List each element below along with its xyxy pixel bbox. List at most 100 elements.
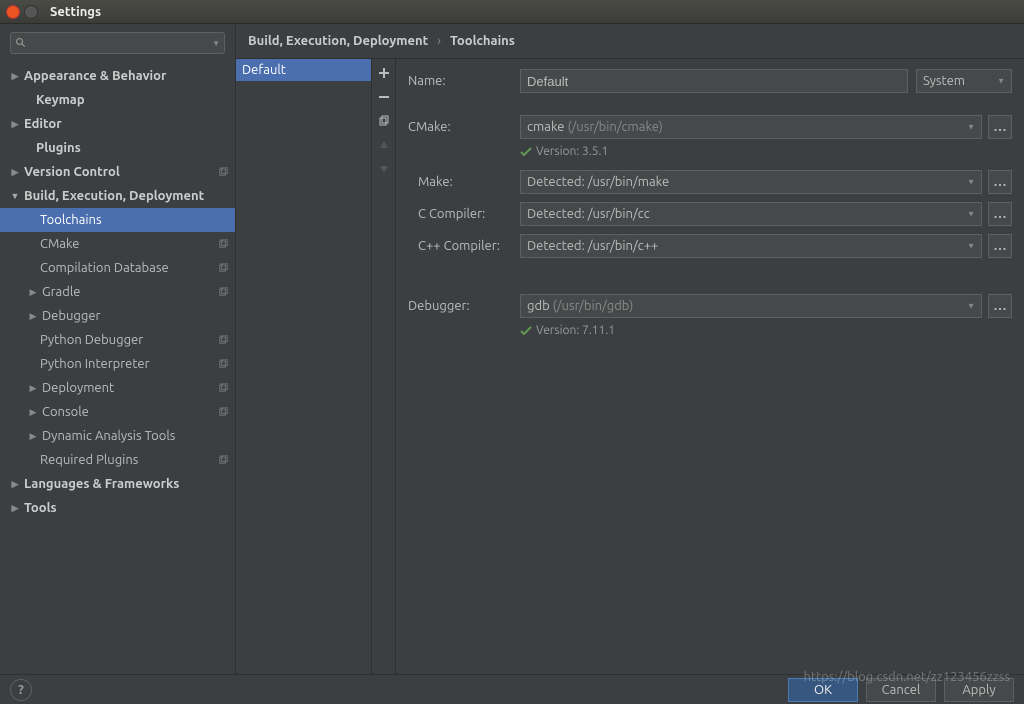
per-project-icon — [217, 262, 229, 274]
search-box[interactable]: ▼ — [10, 32, 225, 54]
make-value: Detected: /usr/bin/make — [527, 175, 669, 189]
name-input[interactable] — [520, 69, 908, 93]
help-button[interactable]: ? — [10, 679, 32, 701]
toolchain-form: Name: System ▼ CMake: cmake (/usr/bin/cm… — [396, 59, 1024, 674]
cc-browse-button[interactable]: … — [988, 202, 1012, 226]
tree-console[interactable]: ▶Console — [0, 400, 235, 424]
per-project-icon — [217, 166, 229, 178]
move-down-button[interactable] — [373, 157, 395, 181]
cxx-label: C++ Compiler: — [408, 239, 520, 253]
move-up-button[interactable] — [373, 133, 395, 157]
remove-button[interactable] — [373, 85, 395, 109]
cmake-value: cmake — [527, 120, 564, 134]
tree-gradle[interactable]: ▶Gradle — [0, 280, 235, 304]
main-body: Default Name: — [236, 59, 1024, 674]
chevron-down-icon: ▼ — [967, 123, 975, 132]
cmake-path: (/usr/bin/cmake) — [567, 120, 662, 134]
window-title: Settings — [50, 5, 101, 19]
cmake-version-text: Version: 3.5.1 — [536, 145, 608, 158]
breadcrumb: Build, Execution, Deployment › Toolchain… — [236, 24, 1024, 59]
cc-value: Detected: /usr/bin/cc — [527, 207, 650, 221]
ok-button[interactable]: OK — [788, 678, 858, 702]
cc-select[interactable]: Detected: /usr/bin/cc ▼ — [520, 202, 982, 226]
tree-dynamic-analysis[interactable]: ▶Dynamic Analysis Tools — [0, 424, 235, 448]
sidebar: ▼ ▶Appearance & Behavior Keymap ▶Editor … — [0, 24, 236, 674]
check-icon — [520, 325, 532, 337]
toolchain-type-select[interactable]: System ▼ — [916, 69, 1012, 93]
make-browse-button[interactable]: … — [988, 170, 1012, 194]
tree-python-debugger[interactable]: Python Debugger — [0, 328, 235, 352]
per-project-icon — [217, 334, 229, 346]
bottom-bar: ? OK Cancel Apply — [0, 674, 1024, 704]
search-icon — [15, 37, 27, 49]
breadcrumb-part[interactable]: Build, Execution, Deployment — [248, 34, 428, 48]
tree-deployment[interactable]: ▶Deployment — [0, 376, 235, 400]
tree-compilation-db[interactable]: Compilation Database — [0, 256, 235, 280]
debugger-version: Version: 7.11.1 — [520, 324, 1012, 337]
chevron-down-icon: ▼ — [967, 242, 975, 251]
settings-tree: ▶Appearance & Behavior Keymap ▶Editor Pl… — [0, 58, 235, 526]
per-project-icon — [217, 454, 229, 466]
add-button[interactable] — [373, 61, 395, 85]
cc-label: C Compiler: — [408, 207, 520, 221]
cmake-version: Version: 3.5.1 — [520, 145, 1012, 158]
chevron-down-icon: ▼ — [967, 302, 975, 311]
chevron-down-icon: ▼ — [997, 77, 1005, 86]
per-project-icon — [217, 382, 229, 394]
per-project-icon — [217, 286, 229, 298]
per-project-icon — [217, 238, 229, 250]
name-label: Name: — [408, 74, 520, 88]
chevron-down-icon[interactable]: ▼ — [212, 39, 220, 48]
tree-plugins[interactable]: Plugins — [0, 136, 235, 160]
debugger-value: gdb — [527, 299, 550, 313]
content: ▼ ▶Appearance & Behavior Keymap ▶Editor … — [0, 24, 1024, 674]
window-close-button[interactable] — [6, 5, 20, 19]
cmake-select[interactable]: cmake (/usr/bin/cmake) ▼ — [520, 115, 982, 139]
toolchain-list-buttons — [371, 59, 395, 674]
check-icon — [520, 146, 532, 158]
per-project-icon — [217, 406, 229, 418]
debugger-version-text: Version: 7.11.1 — [536, 324, 615, 337]
name-field[interactable] — [527, 74, 901, 89]
breadcrumb-sep: › — [437, 34, 441, 48]
chevron-down-icon: ▼ — [967, 210, 975, 219]
search-input[interactable] — [31, 36, 212, 50]
apply-button[interactable]: Apply — [944, 678, 1014, 702]
cmake-label: CMake: — [408, 120, 520, 134]
tree-appearance-behavior[interactable]: ▶Appearance & Behavior — [0, 64, 235, 88]
titlebar: Settings — [0, 0, 1024, 24]
tree-required-plugins[interactable]: Required Plugins — [0, 448, 235, 472]
window-minimize-button[interactable] — [24, 5, 38, 19]
cxx-value: Detected: /usr/bin/c++ — [527, 239, 658, 253]
tree-python-interpreter[interactable]: Python Interpreter — [0, 352, 235, 376]
toolchain-list-items: Default — [236, 59, 371, 674]
debugger-path: (/usr/bin/gdb) — [553, 299, 634, 313]
cmake-browse-button[interactable]: … — [988, 115, 1012, 139]
toolchain-item-default[interactable]: Default — [236, 59, 371, 81]
tree-editor[interactable]: ▶Editor — [0, 112, 235, 136]
copy-button[interactable] — [373, 109, 395, 133]
main-panel: Build, Execution, Deployment › Toolchain… — [236, 24, 1024, 674]
cancel-button[interactable]: Cancel — [866, 678, 936, 702]
breadcrumb-part: Toolchains — [450, 34, 515, 48]
tree-build-exec-deploy[interactable]: ▼Build, Execution, Deployment — [0, 184, 235, 208]
tree-toolchains[interactable]: Toolchains — [0, 208, 235, 232]
cxx-browse-button[interactable]: … — [988, 234, 1012, 258]
tree-version-control[interactable]: ▶Version Control — [0, 160, 235, 184]
toolchain-type-value: System — [923, 74, 965, 88]
tree-languages-frameworks[interactable]: ▶Languages & Frameworks — [0, 472, 235, 496]
debugger-browse-button[interactable]: … — [988, 294, 1012, 318]
make-select[interactable]: Detected: /usr/bin/make ▼ — [520, 170, 982, 194]
debugger-label: Debugger: — [408, 299, 520, 313]
toolchain-list: Default — [236, 59, 396, 674]
cxx-select[interactable]: Detected: /usr/bin/c++ ▼ — [520, 234, 982, 258]
tree-debugger[interactable]: ▶Debugger — [0, 304, 235, 328]
debugger-select[interactable]: gdb (/usr/bin/gdb) ▼ — [520, 294, 982, 318]
chevron-down-icon: ▼ — [967, 178, 975, 187]
per-project-icon — [217, 358, 229, 370]
make-label: Make: — [408, 175, 520, 189]
tree-tools[interactable]: ▶Tools — [0, 496, 235, 520]
tree-keymap[interactable]: Keymap — [0, 88, 235, 112]
toolchain-item-label: Default — [242, 63, 286, 77]
tree-cmake[interactable]: CMake — [0, 232, 235, 256]
